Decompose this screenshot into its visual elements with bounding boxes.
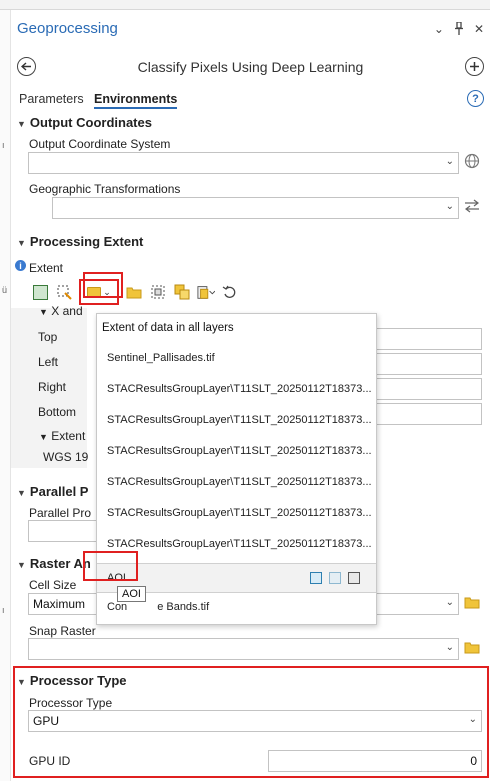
geographic-transformations-label: Geographic Transformations — [29, 182, 181, 196]
parallel-processing-label: Parallel Pro — [29, 506, 92, 520]
menu-item-actions — [310, 572, 360, 584]
browse-folder-icon[interactable] — [464, 641, 480, 657]
extent-toolbar: ⌄ — [31, 279, 239, 305]
reset-extent-icon[interactable] — [221, 283, 239, 301]
pane-title: Geoprocessing — [17, 20, 118, 37]
chevron-down-icon: ⌄ — [103, 286, 111, 297]
output-coordinate-system-field[interactable]: ⌄ — [28, 152, 459, 174]
browse-folder-icon[interactable] — [464, 596, 480, 612]
output-coordinate-system-label: Output Coordinate System — [29, 137, 171, 151]
window-top-strip — [0, 0, 490, 10]
plus-icon — [470, 62, 479, 71]
pin-icon[interactable] — [454, 21, 464, 38]
section-processor-type[interactable]: ▼ Processor Type — [17, 673, 127, 688]
menu-item[interactable]: Con e Bands.tif — [107, 601, 209, 613]
left-edge-mark: ü — [2, 285, 8, 295]
right-label: Right — [38, 380, 67, 394]
chevron-down-icon: ⌄ — [445, 156, 454, 167]
left-label: Left — [38, 355, 59, 369]
intersection-extent-icon[interactable] — [149, 283, 167, 301]
bottom-label: Bottom — [38, 405, 77, 419]
chevron-down-icon: ▼ — [17, 560, 26, 570]
top-field[interactable] — [369, 328, 482, 350]
bottom-field[interactable] — [369, 403, 482, 425]
right-field[interactable] — [369, 378, 482, 400]
left-edge-mark: ı — [2, 140, 5, 150]
cell-size-label: Cell Size — [29, 578, 77, 592]
menu-item[interactable]: STACResultsGroupLayer\T11SLT_20250112T18… — [107, 414, 372, 426]
chevron-down-icon: ▼ — [39, 307, 48, 317]
menu-item[interactable]: Sentinel_Pallisades.tif — [107, 352, 215, 364]
chevron-down-icon: ⌄ — [468, 714, 477, 725]
transformation-arrows-icon[interactable] — [464, 199, 480, 216]
snap-raster-field[interactable]: ⌄ — [28, 638, 459, 660]
geographic-transformations-field[interactable]: ⌄ — [52, 197, 459, 219]
tab-environments[interactable]: Environments — [94, 92, 178, 109]
info-icon: i — [15, 260, 26, 271]
processor-type-select[interactable]: GPU ⌄ — [28, 710, 482, 732]
gpu-id-field[interactable]: 0 — [268, 750, 482, 772]
menu-item[interactable]: STACResultsGroupLayer\T11SLT_20250112T18… — [107, 476, 372, 488]
menu-item[interactable]: STACResultsGroupLayer\T11SLT_20250112T18… — [107, 445, 372, 457]
chevron-down-icon: ⌄ — [445, 201, 454, 212]
zoom-layer-icon[interactable] — [310, 572, 322, 584]
map-extent-icon[interactable] — [31, 283, 49, 301]
menu-item[interactable]: STACResultsGroupLayer\T11SLT_20250112T18… — [107, 538, 372, 550]
section-output-coordinates[interactable]: ▼ Output Coordinates — [17, 115, 152, 130]
help-icon[interactable]: ? — [467, 90, 484, 107]
menu-item[interactable]: STACResultsGroupLayer\T11SLT_20250112T18… — [107, 383, 372, 395]
chevron-down-icon: ⌄ — [445, 597, 454, 608]
layer-extent-icon[interactable] — [329, 572, 341, 584]
x-and-y-subheading[interactable]: ▼ X and — [39, 304, 83, 318]
pane-options-icon[interactable]: ⌄ — [434, 22, 444, 38]
tool-title: Classify Pixels Using Deep Learning — [137, 59, 364, 75]
layer-extent-icon — [87, 286, 102, 298]
geoprocessing-pane: Geoprocessing ⌄ ✕ Classify Pixels Using … — [11, 10, 490, 781]
extent-layers-menu: Extent of data in all layers Sentinel_Pa… — [96, 313, 377, 625]
chevron-down-icon: ⌄ — [445, 642, 454, 653]
section-parallel-processing[interactable]: ▼ Parallel P — [17, 484, 88, 499]
chevron-down-icon: ▼ — [17, 238, 26, 248]
left-field[interactable] — [369, 353, 482, 375]
menu-item-label: AOI — [107, 572, 126, 584]
layer-extent-dropdown-button[interactable]: ⌄ — [79, 279, 119, 305]
processor-type-label: Processor Type — [29, 696, 113, 710]
browse-folder-icon[interactable] — [125, 283, 143, 301]
draw-extent-icon[interactable] — [55, 283, 73, 301]
globe-icon[interactable] — [464, 153, 480, 172]
extent-label: Extent — [29, 261, 64, 275]
snap-raster-label: Snap Raster — [29, 624, 96, 638]
top-label: Top — [38, 330, 58, 344]
chevron-down-icon: ▼ — [17, 488, 26, 498]
menu-item[interactable]: STACResultsGroupLayer\T11SLT_20250112T18… — [107, 507, 372, 519]
tooltip: AOI — [117, 586, 146, 602]
left-edge-panel: ı ü ı — [0, 10, 11, 781]
chevron-down-icon: ▼ — [17, 677, 26, 687]
section-raster-analysis[interactable]: ▼ Raster An — [17, 556, 91, 571]
chevron-down-icon: ▼ — [17, 119, 26, 129]
left-edge-mark: ı — [2, 605, 5, 615]
tab-parameters[interactable]: Parameters — [19, 92, 84, 106]
parallel-processing-field[interactable] — [28, 520, 98, 542]
menu-header: Extent of data in all layers — [102, 322, 234, 334]
pane-controls: ⌄ ✕ — [434, 21, 484, 38]
gpu-id-label: GPU ID — [29, 754, 71, 768]
add-button[interactable] — [465, 57, 484, 76]
section-processing-extent[interactable]: ▼ Processing Extent — [17, 234, 143, 249]
close-icon[interactable]: ✕ — [474, 22, 484, 38]
selection-extent-icon[interactable] — [348, 572, 360, 584]
union-extent-icon[interactable] — [173, 283, 191, 301]
chevron-down-icon: ▼ — [39, 432, 48, 442]
extent-subheading[interactable]: ▼ Extent — [39, 429, 85, 443]
wgs-label: WGS 19 — [43, 450, 89, 464]
paste-extent-icon[interactable] — [197, 283, 215, 301]
